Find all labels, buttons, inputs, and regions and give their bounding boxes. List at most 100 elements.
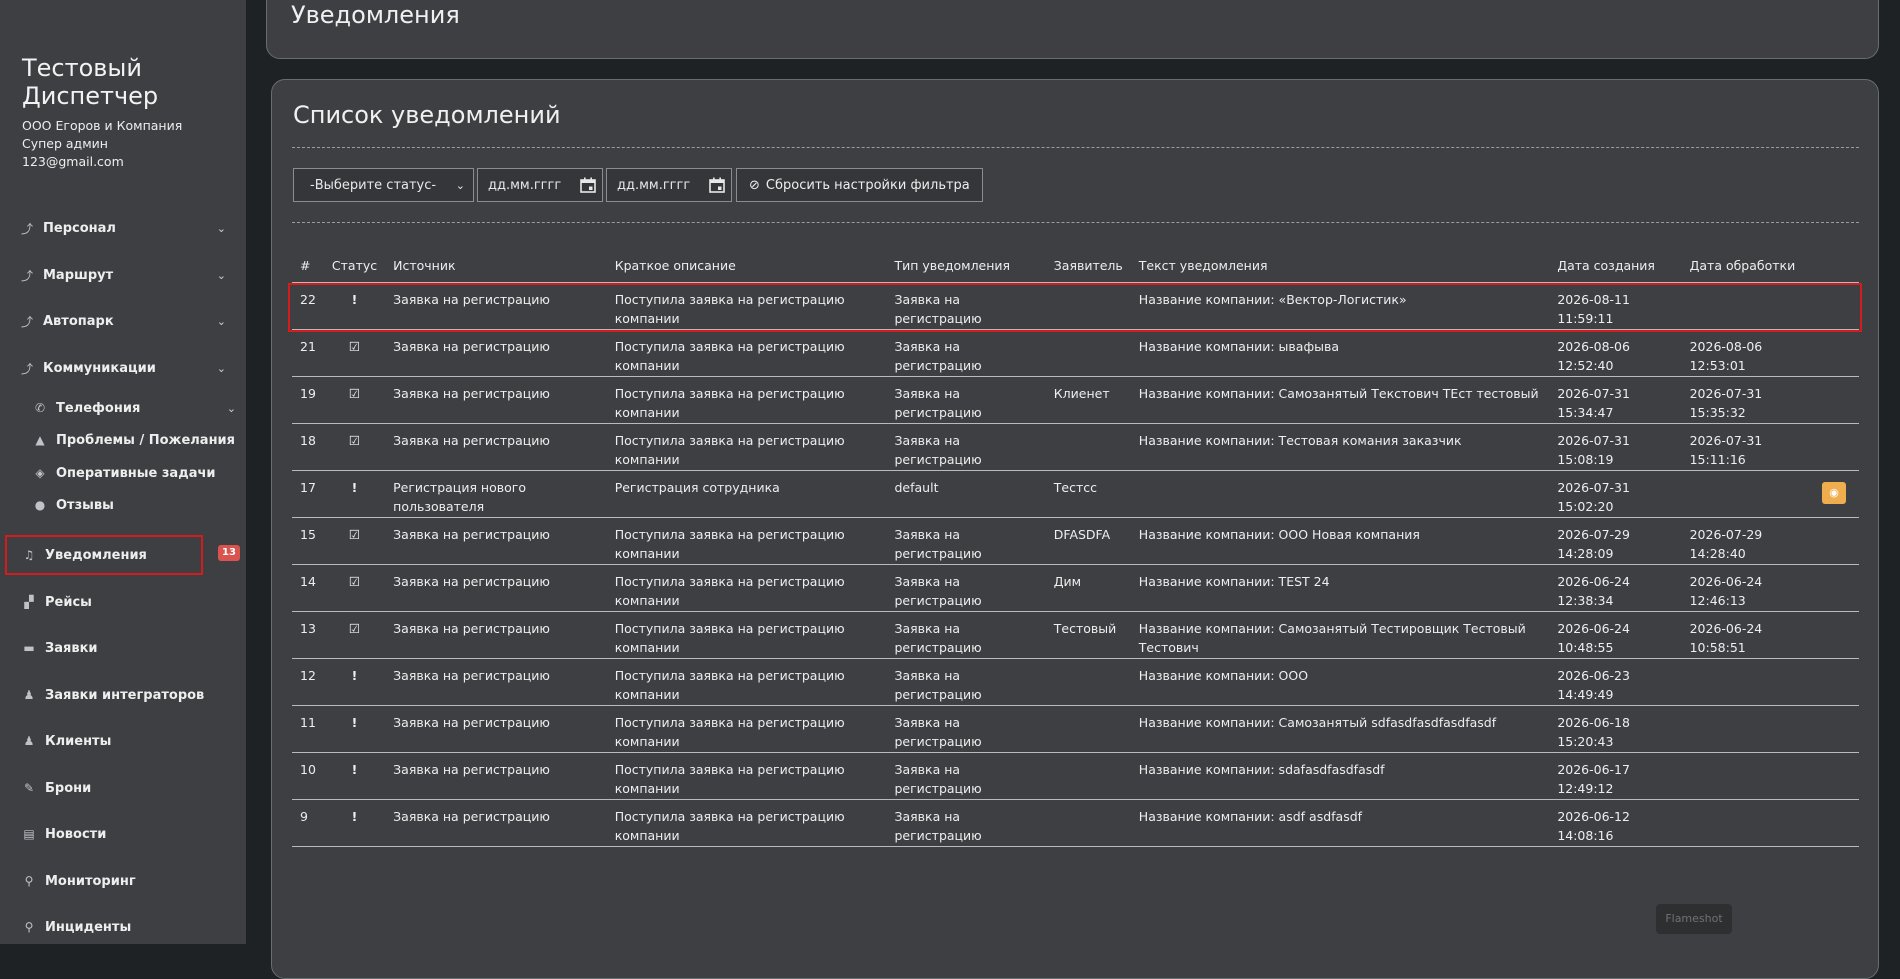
- row-description: Поступила заявка на регистрацию компании: [606, 376, 887, 424]
- column-header[interactable]: Заявитель: [1045, 248, 1131, 283]
- column-header[interactable]: Дата создания: [1549, 248, 1682, 283]
- sidebar-item-incidents[interactable]: ⚲ Инциденты: [0, 912, 246, 942]
- table-row[interactable]: 22! Заявка на регистрацию Поступила заявка…: [292, 282, 1859, 330]
- calendar-icon[interactable]: [580, 177, 596, 193]
- table-row[interactable]: 11! Заявка на регистрацию Поступила заявка…: [292, 705, 1859, 753]
- column-header[interactable]: Дата обработки: [1681, 248, 1815, 283]
- row-source: Заявка на регистрацию: [385, 423, 607, 471]
- chevron-down-icon: ⌄: [216, 268, 226, 282]
- row-applicant: DFASDFA: [1045, 517, 1131, 565]
- arrow-up-icon: ⤴: [20, 221, 33, 236]
- checked-status-icon: ☑: [323, 376, 386, 424]
- sidebar-item-news[interactable]: ▤ Новости: [0, 819, 246, 849]
- column-header[interactable]: Статус: [323, 248, 386, 283]
- table-row[interactable]: 15 ☑ Заявка на регистрацию Поступила заявка…: [292, 517, 1859, 565]
- sidebar-item-label: Телефония: [56, 400, 141, 416]
- sidebar-item-label: Маршрут: [43, 267, 114, 283]
- sidebar-item-clients[interactable]: ♟ Клиенты: [0, 726, 246, 756]
- date-from-input[interactable]: дд.мм.гггг: [477, 168, 603, 202]
- row-type: Заявка на регистрацию: [886, 658, 1046, 706]
- users-icon: ♟: [23, 734, 35, 748]
- table-row[interactable]: 17! Регистрация нового пользователя Регист…: [292, 470, 1859, 518]
- row-created-date: 2026-06-24 10:48:55: [1549, 611, 1682, 659]
- checked-status-icon: ☑: [323, 423, 386, 471]
- row-description: Регистрация сотрудника: [606, 470, 887, 518]
- row-applicant: [1045, 705, 1131, 753]
- sidebar-item-monitoring[interactable]: ⚲ Мониторинг: [0, 866, 246, 896]
- date-from-placeholder: дд.мм.гггг: [488, 177, 562, 193]
- status-select[interactable]: -Выберите статус- ⌄: [293, 168, 474, 202]
- row-type: Заявка на регистрацию: [886, 423, 1046, 471]
- reset-filter-button[interactable]: ⊘ Сбросить настройки фильтра: [736, 168, 983, 202]
- exclamation-status-icon: !: [323, 470, 386, 518]
- sidebar-item-orders[interactable]: ▬ Заявки: [0, 633, 246, 663]
- row-source: Заявка на регистрацию: [385, 329, 607, 377]
- calendar-icon[interactable]: [709, 177, 725, 193]
- sidebar-item-communications[interactable]: ⤴ Коммуникации ⌄: [0, 353, 246, 383]
- row-actions: [1814, 423, 1859, 471]
- column-header-actions: [1814, 248, 1859, 283]
- table-row[interactable]: 9! Заявка на регистрацию Поступила заявка …: [292, 799, 1859, 847]
- exclamation-status-icon: !: [323, 705, 386, 753]
- row-id: 9: [292, 799, 324, 847]
- sidebar-item-tasks[interactable]: ◈ Оперативные задачи: [0, 458, 246, 488]
- row-processed-date: 2026-06-24 12:46:13: [1681, 564, 1815, 612]
- view-eye-button[interactable]: ◉: [1822, 482, 1847, 504]
- row-type: default: [886, 470, 1046, 518]
- table-row[interactable]: 13 ☑ Заявка на регистрацию Поступила заявка…: [292, 611, 1859, 659]
- table-row[interactable]: 21 ☑ Заявка на регистрацию Поступила заявка…: [292, 329, 1859, 377]
- sidebar-item-reviews[interactable]: ● Отзывы: [0, 490, 246, 520]
- sidebar-item-label: Заявки: [45, 640, 98, 656]
- sidebar-item-telephony[interactable]: ✆ Телефония ⌄: [0, 393, 246, 423]
- table-row[interactable]: 12! Заявка на регистрацию Поступила заявка…: [292, 658, 1859, 706]
- row-source: Заявка на регистрацию: [385, 752, 607, 800]
- row-type: Заявка на регистрацию: [886, 329, 1046, 377]
- sidebar-item-integrator-orders[interactable]: ♟ Заявки интеграторов: [0, 680, 246, 710]
- chevron-down-icon: ⌄: [216, 221, 226, 235]
- row-applicant: [1045, 658, 1131, 706]
- sidebar-item-problems[interactable]: ▲ Проблемы / Пожелания: [0, 425, 246, 455]
- table-body: 22! Заявка на регистрацию Поступила заявка…: [292, 282, 1859, 847]
- arrow-up-icon: ⤴: [20, 314, 33, 329]
- row-description: Поступила заявка на регистрацию компании: [606, 423, 887, 471]
- row-actions: [1814, 611, 1859, 659]
- sidebar-item-label: Мониторинг: [45, 873, 136, 889]
- row-text: Название компании: ООО Новая компания: [1130, 517, 1550, 565]
- row-actions: [1814, 376, 1859, 424]
- row-description: Поступила заявка на регистрацию компании: [606, 658, 887, 706]
- row-processed-date: 2026-07-31 15:35:32: [1681, 376, 1815, 424]
- user-info: ООО Егоров и Компания Супер админ 123@gm…: [22, 117, 182, 171]
- row-applicant: [1045, 329, 1131, 377]
- exclamation-status-icon: !: [323, 658, 386, 706]
- column-header[interactable]: Тип уведомления: [886, 248, 1046, 283]
- sidebar-item-trips[interactable]: ▞ Рейсы: [0, 587, 246, 617]
- table-row[interactable]: 18 ☑ Заявка на регистрацию Поступила заявка…: [292, 423, 1859, 471]
- row-actions: [1814, 564, 1859, 612]
- column-header[interactable]: Источник: [385, 248, 607, 283]
- row-type: Заявка на регистрацию: [886, 799, 1046, 847]
- row-processed-date: [1681, 705, 1815, 753]
- row-id: 21: [292, 329, 324, 377]
- sidebar-item-personnel[interactable]: ⤴ Персонал ⌄: [0, 213, 246, 243]
- column-header[interactable]: #: [292, 248, 324, 283]
- row-applicant: [1045, 799, 1131, 847]
- exclamation-status-icon: !: [323, 752, 386, 800]
- chevron-down-icon: ⌄: [216, 314, 226, 328]
- row-text: Название компании: TEST 24: [1130, 564, 1550, 612]
- sidebar-item-fleet[interactable]: ⤴ Автопарк ⌄: [0, 306, 246, 336]
- sidebar-item-bookings[interactable]: ✎ Брони: [0, 773, 246, 803]
- phone-icon: ✆: [34, 401, 46, 415]
- sidebar-item-notifications[interactable]: ♫ Уведомления: [0, 540, 246, 570]
- column-header[interactable]: Текст уведомления: [1130, 248, 1550, 283]
- sidebar-item-route[interactable]: ⤴ Маршрут ⌄: [0, 260, 246, 290]
- reset-filter-label: Сбросить настройки фильтра: [765, 177, 970, 193]
- car-icon: ▬: [23, 641, 35, 655]
- table-row[interactable]: 10! Заявка на регистрацию Поступила заявка…: [292, 752, 1859, 800]
- date-to-input[interactable]: дд.мм.гггг: [606, 168, 732, 202]
- row-source: Заявка на регистрацию: [385, 705, 607, 753]
- table-row[interactable]: 14 ☑ Заявка на регистрацию Поступила заявка…: [292, 564, 1859, 612]
- row-type: Заявка на регистрацию: [886, 564, 1046, 612]
- row-description: Поступила заявка на регистрацию компании: [606, 611, 887, 659]
- table-row[interactable]: 19 ☑ Заявка на регистрацию Поступила заявка…: [292, 376, 1859, 424]
- column-header[interactable]: Краткое описание: [606, 248, 887, 283]
